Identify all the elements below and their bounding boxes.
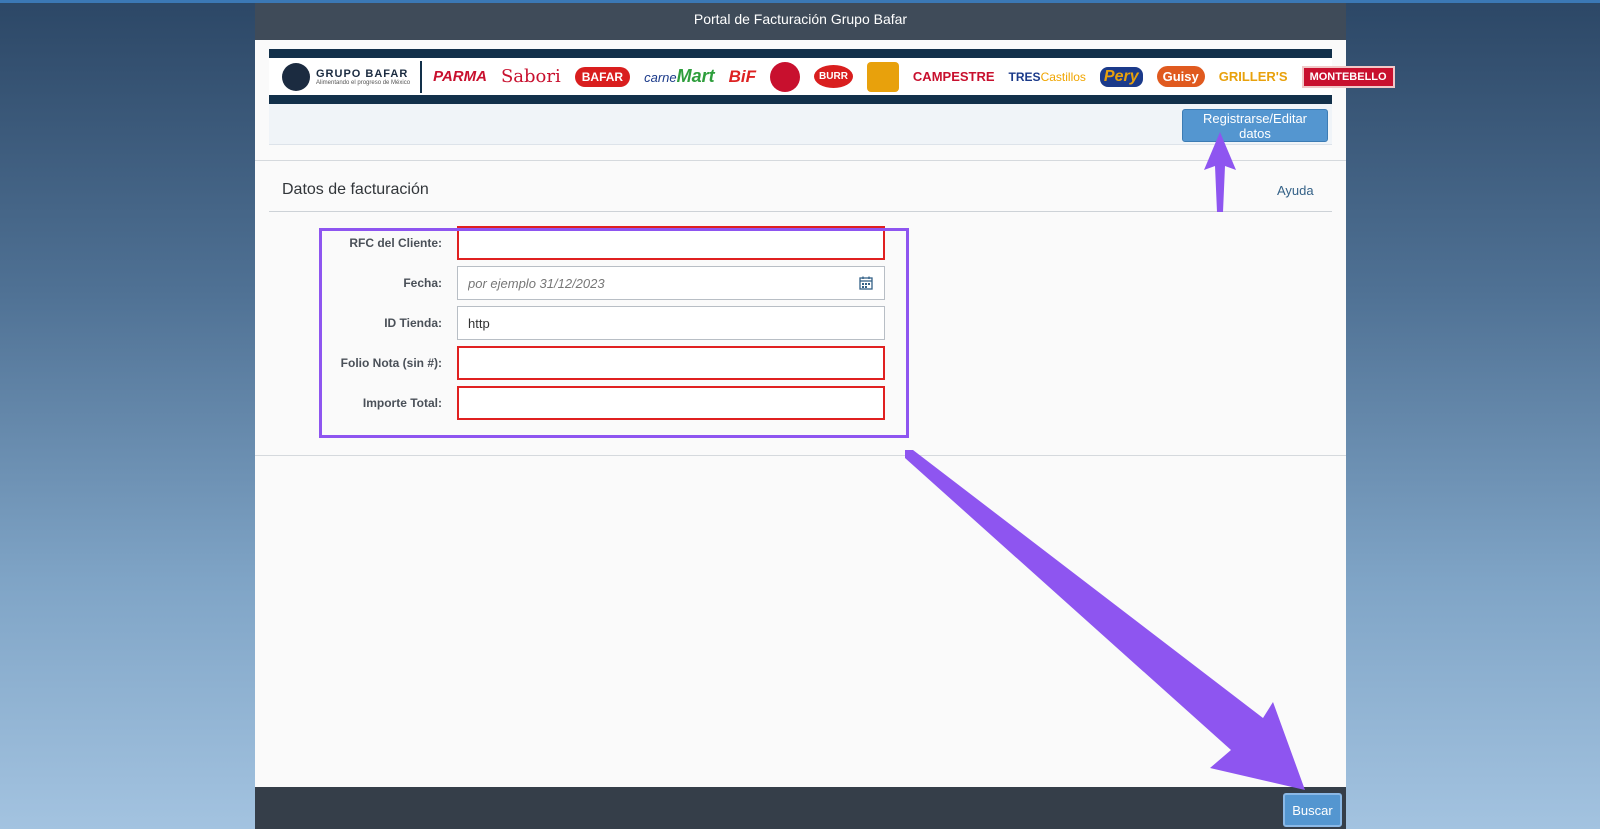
brand-sabori-logo: Sabori xyxy=(500,66,561,87)
grupo-bafar-name: GRUPO BAFAR xyxy=(316,67,409,80)
rfc-input[interactable] xyxy=(457,226,885,260)
app-shell: Portal de Facturación Grupo Bafar GRUPO … xyxy=(255,3,1395,829)
lion-icon xyxy=(282,62,310,91)
fecha-input[interactable] xyxy=(457,266,885,300)
footer-bar: Buscar xyxy=(255,787,1346,829)
brand-parma-logo: PARMA xyxy=(433,68,487,85)
brand-grillers-logo: GRILLER'S xyxy=(1218,69,1288,84)
form-row-fecha: Fecha: xyxy=(255,266,1346,300)
brand-burr-logo: BURR xyxy=(814,65,853,88)
importe-label: Importe Total: xyxy=(362,396,442,410)
brand-tres-castillos-logo: TRESCastillos xyxy=(1009,70,1086,84)
form-row-id-tienda: ID Tienda: xyxy=(255,306,1346,340)
carnemart-text-b: Mart xyxy=(676,66,715,86)
window-title: Portal de Facturación Grupo Bafar xyxy=(255,3,1346,40)
brand-pery-logo: Pery xyxy=(1099,66,1143,87)
folio-label: Folio Nota (sin #): xyxy=(340,356,442,370)
grupo-bafar-logo: GRUPO BAFAR Alimentando el progreso de M… xyxy=(282,60,423,93)
toolbar: Registrarse/Editar datos xyxy=(269,104,1332,145)
folio-input[interactable] xyxy=(457,346,885,380)
search-button[interactable]: Buscar xyxy=(1283,793,1342,827)
brand-bif-logo: BiF xyxy=(728,66,757,86)
rfc-label: RFC del Cliente: xyxy=(349,236,442,250)
brand-guisy-logo: Guisy xyxy=(1156,66,1205,87)
brand-carnemart-logo: carneMart xyxy=(644,66,715,87)
register-edit-button[interactable]: Registrarse/Editar datos xyxy=(1182,109,1328,142)
form-row-importe: Importe Total: xyxy=(255,386,1346,420)
carnemart-text-a: carne xyxy=(644,70,677,85)
id-tienda-label: ID Tienda: xyxy=(384,316,442,330)
form-row-rfc: RFC del Cliente: xyxy=(255,226,1346,260)
section-header-line xyxy=(269,211,1332,212)
brand-logo-band: GRUPO BAFAR Alimentando el progreso de M… xyxy=(269,49,1395,104)
calendar-icon[interactable] xyxy=(859,276,873,290)
section-divider-top xyxy=(255,160,1346,161)
brand-campestre-logo: CAMPESTRE xyxy=(912,69,995,84)
brand-bafar-logo: BAFAR xyxy=(574,66,631,87)
help-link[interactable]: Ayuda xyxy=(1277,183,1314,198)
brand-ponderosa-logo xyxy=(866,61,899,92)
id-tienda-input[interactable] xyxy=(457,306,885,340)
tres-text-a: TRES xyxy=(1008,69,1041,84)
tres-text-b: Castillos xyxy=(1040,69,1086,84)
brand-montebello-logo: MONTEBELLO xyxy=(1301,65,1395,88)
section-title: Datos de facturación xyxy=(282,181,429,198)
grupo-bafar-tagline: Alimentando el progreso de México xyxy=(316,79,411,86)
importe-input[interactable] xyxy=(457,386,885,420)
form-row-folio: Folio Nota (sin #): xyxy=(255,346,1346,380)
fecha-label: Fecha: xyxy=(403,276,442,290)
section-divider-bottom xyxy=(255,455,1346,456)
brand-mascot-logo xyxy=(770,61,801,92)
